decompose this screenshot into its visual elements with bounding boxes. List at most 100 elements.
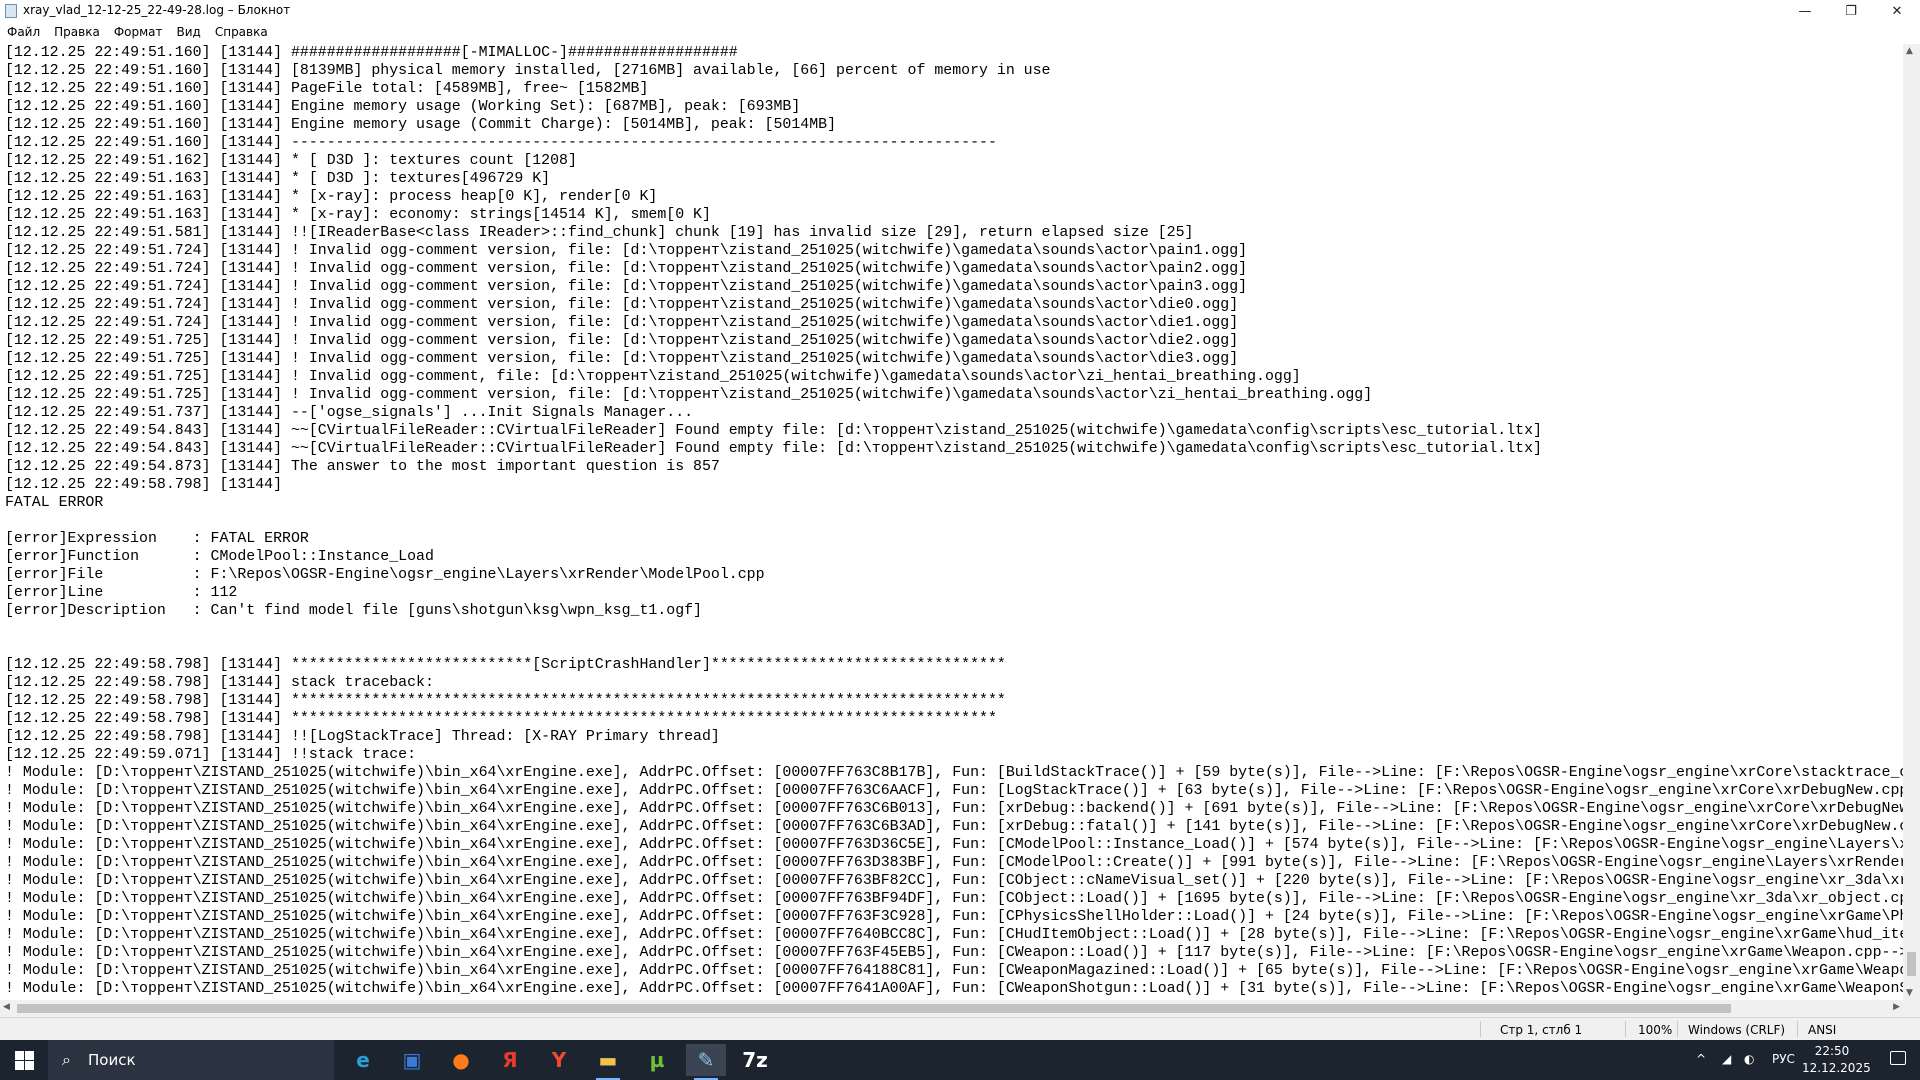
- scroll-right-arrow-icon[interactable]: ▶: [1893, 1002, 1900, 1012]
- log-line: [12.12.25 22:49:51.724] [13144] ! Invali…: [5, 261, 1248, 277]
- status-divider: [1677, 1021, 1678, 1037]
- language-indicator[interactable]: РУС: [1772, 1052, 1795, 1066]
- log-line: [12.12.25 22:49:51.724] [13144] ! Invali…: [5, 243, 1248, 259]
- notification-icon[interactable]: [1890, 1051, 1906, 1065]
- log-line: [error]File : F:\Repos\OGSR-Engine\ogsr_…: [5, 567, 765, 583]
- vertical-scrollbar[interactable]: ▲ ▼: [1903, 44, 1920, 1000]
- scroll-left-arrow-icon[interactable]: ◀: [3, 1002, 10, 1012]
- vertical-scroll-thumb[interactable]: [1907, 952, 1916, 976]
- status-divider: [1797, 1021, 1798, 1037]
- log-line: [12.12.25 22:49:51.725] [13144] ! Invali…: [5, 387, 1373, 403]
- tray-chevron-icon[interactable]: ^: [1696, 1052, 1706, 1066]
- minimize-button[interactable]: —: [1782, 0, 1828, 22]
- status-zoom: 100%: [1638, 1023, 1673, 1037]
- utorrent-icon: µ: [649, 1048, 665, 1072]
- log-line: [12.12.25 22:49:51.737] [13144] --['ogse…: [5, 405, 694, 421]
- title-bar: xray_vlad_12-12-25_22-49-28.log – Блокно…: [0, 0, 1920, 22]
- clock-time[interactable]: 22:50: [1802, 1044, 1862, 1058]
- log-line: [12.12.25 22:49:51.725] [13144] ! Invali…: [5, 369, 1301, 385]
- log-line: ! Module: [D:\торрент\ZISTAND_251025(wit…: [5, 963, 1903, 979]
- taskbar-search-box[interactable]: ⌕ Поиск: [48, 1040, 334, 1080]
- network-icon[interactable]: ◢: [1722, 1052, 1731, 1066]
- log-line: [12.12.25 22:49:51.160] [13144] --------…: [5, 135, 997, 151]
- log-line: [12.12.25 22:49:54.843] [13144] ~~[CVirt…: [5, 441, 1542, 457]
- 7zip-taskbar-button[interactable]: 7z: [735, 1044, 775, 1076]
- store-taskbar-button[interactable]: ▣: [392, 1044, 432, 1076]
- status-position: Стр 1, стлб 1: [1500, 1023, 1583, 1037]
- scroll-down-arrow-icon[interactable]: ▼: [1906, 988, 1913, 998]
- yandex-taskbar-button[interactable]: Я: [490, 1044, 530, 1076]
- horizontal-scrollbar[interactable]: ◀ ▶: [0, 1000, 1903, 1017]
- log-line: [12.12.25 22:49:58.798] [13144] stack tr…: [5, 675, 434, 691]
- windows-logo-icon-part: [25, 1061, 34, 1070]
- log-line: ! Module: [D:\торрент\ZISTAND_251025(wit…: [5, 945, 1903, 961]
- log-line: [12.12.25 22:49:51.724] [13144] ! Invali…: [5, 315, 1239, 331]
- firefox-taskbar-button[interactable]: ●: [441, 1044, 481, 1076]
- log-line: [12.12.25 22:49:51.160] [13144] Engine m…: [5, 99, 801, 115]
- menu-format[interactable]: Формат: [107, 22, 170, 42]
- search-placeholder: Поиск: [88, 1051, 136, 1069]
- file-explorer-icon: ▬: [598, 1048, 618, 1072]
- log-line: [error]Line : 112: [5, 585, 238, 601]
- menu-file[interactable]: Файл: [0, 22, 47, 42]
- log-line: [error]Expression : FATAL ERROR: [5, 531, 309, 547]
- log-line: [12.12.25 22:49:51.725] [13144] ! Invali…: [5, 333, 1239, 349]
- status-encoding: ANSI: [1808, 1023, 1837, 1037]
- edge-icon: e: [356, 1048, 370, 1072]
- log-line: [12.12.25 22:49:51.724] [13144] ! Invali…: [5, 279, 1248, 295]
- close-button[interactable]: ✕: [1874, 0, 1920, 22]
- log-line: ! Module: [D:\торрент\ZISTAND_251025(wit…: [5, 765, 1903, 781]
- yandex-browser-taskbar-button[interactable]: Y: [539, 1044, 579, 1076]
- log-line: [12.12.25 22:49:51.160] [13144] [8139MB]…: [5, 63, 1051, 79]
- log-line: ! Module: [D:\торрент\ZISTAND_251025(wit…: [5, 783, 1903, 799]
- log-line: ! Module: [D:\торрент\ZISTAND_251025(wit…: [5, 837, 1903, 853]
- log-line: ! Module: [D:\торрент\ZISTAND_251025(wit…: [5, 819, 1903, 835]
- text-editor[interactable]: [12.12.25 22:49:51.160] [13144] ########…: [0, 44, 1903, 1000]
- log-line: [12.12.25 22:49:51.725] [13144] ! Invali…: [5, 351, 1239, 367]
- log-line: [12.12.25 22:49:51.160] [13144] ########…: [5, 45, 738, 61]
- log-line: [error]Description : Can't find model fi…: [5, 603, 702, 619]
- taskbar: ⌕ Поиск e ▣ ● Я Y ▬ µ ✎ 7z ^ ◢ ◐ РУС 22:50 12.12…: [0, 1040, 1920, 1080]
- log-line: ! Module: [D:\торрент\ZISTAND_251025(wit…: [5, 927, 1903, 943]
- volume-icon[interactable]: ◐: [1744, 1052, 1754, 1066]
- status-divider: [1625, 1021, 1626, 1037]
- maximize-button[interactable]: ❐: [1828, 0, 1874, 22]
- clock-date[interactable]: 12.12.2025: [1802, 1061, 1871, 1075]
- edge-taskbar-button[interactable]: e: [343, 1044, 383, 1076]
- notepad-icon: ✎: [697, 1048, 715, 1072]
- menu-edit[interactable]: Правка: [47, 22, 107, 42]
- utorrent-taskbar-button[interactable]: µ: [637, 1044, 677, 1076]
- log-line: [12.12.25 22:49:51.160] [13144] Engine m…: [5, 117, 837, 133]
- firefox-icon: ●: [452, 1048, 470, 1072]
- yandex-browser-icon: Y: [551, 1048, 567, 1072]
- log-line: ! Module: [D:\торрент\ZISTAND_251025(wit…: [5, 873, 1903, 889]
- log-line: [error]Function : CModelPool::Instance_L…: [5, 549, 434, 565]
- horizontal-scroll-thumb[interactable]: [17, 1004, 1731, 1013]
- search-icon: ⌕: [62, 1050, 71, 1069]
- log-line: [12.12.25 22:49:51.724] [13144] ! Invali…: [5, 297, 1239, 313]
- log-line: [12.12.25 22:49:58.798] [13144] ********…: [5, 693, 1006, 709]
- file-explorer-taskbar-button[interactable]: ▬: [588, 1044, 628, 1080]
- log-line: [12.12.25 22:49:58.798] [13144]: [5, 477, 283, 493]
- windows-logo-icon-part: [25, 1051, 34, 1060]
- menu-view[interactable]: Вид: [170, 22, 208, 42]
- log-line: [12.12.25 22:49:51.163] [13144] * [x-ray…: [5, 189, 658, 205]
- scroll-corner: [1903, 1000, 1920, 1017]
- log-line: [12.12.25 22:49:58.798] [13144] ********…: [5, 657, 1006, 673]
- notepad-taskbar-button[interactable]: ✎: [686, 1044, 726, 1080]
- log-line: [12.12.25 22:49:51.160] [13144] PageFile…: [5, 81, 649, 97]
- scroll-up-arrow-icon[interactable]: ▲: [1906, 46, 1913, 56]
- window-title: xray_vlad_12-12-25_22-49-28.log – Блокно…: [23, 3, 291, 17]
- log-line: [12.12.25 22:49:51.162] [13144] * [ D3D …: [5, 153, 577, 169]
- log-line: FATAL ERROR: [5, 495, 104, 511]
- start-button[interactable]: [0, 1040, 48, 1080]
- notepad-app-icon: [5, 4, 17, 18]
- status-bar: Стр 1, стлб 1 100% Windows (CRLF) ANSI: [0, 1017, 1920, 1040]
- log-line: [12.12.25 22:49:51.163] [13144] * [x-ray…: [5, 207, 711, 223]
- menu-help[interactable]: Справка: [208, 22, 275, 42]
- status-line-endings: Windows (CRLF): [1688, 1023, 1786, 1037]
- windows-logo-icon-part: [15, 1061, 24, 1070]
- 7zip-icon: 7z: [742, 1048, 768, 1072]
- log-line: ! Module: [D:\торрент\ZISTAND_251025(wit…: [5, 801, 1903, 817]
- windows-logo-icon: [15, 1051, 24, 1060]
